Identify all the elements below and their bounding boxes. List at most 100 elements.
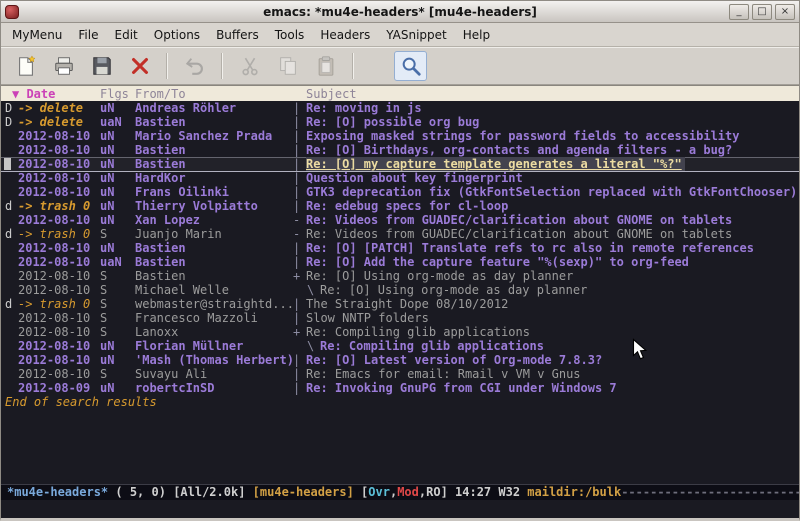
- row-subject: Re: [O] Using org-mode as day planner: [320, 283, 799, 297]
- row-date: 2012-08-10: [18, 353, 100, 367]
- row-subject: Question about key fingerprint: [306, 171, 799, 185]
- row-mark: [5, 129, 18, 143]
- mode-line-segment: [All/2.0k]: [173, 485, 252, 499]
- row-date: -> trash 0: [18, 227, 100, 241]
- search-button[interactable]: [394, 51, 427, 81]
- row-flags: uN: [100, 171, 135, 185]
- toolbar-separator: [166, 53, 168, 79]
- close-window-icon: ×: [781, 6, 789, 17]
- row-subject: Re: [O] [PATCH] Translate refs to rc als…: [306, 241, 799, 255]
- row-date: 2012-08-10: [18, 129, 100, 143]
- message-row[interactable]: 2012-08-10 S Bastien + Re: [O] Using org…: [1, 269, 799, 283]
- menu-item-headers[interactable]: Headers: [312, 24, 378, 46]
- row-from: Xan Lopez: [135, 213, 293, 227]
- row-subject: Re: Emacs for email: Rmail v VM v Gnus: [306, 367, 799, 381]
- row-from: Mario Sanchez Prada: [135, 129, 293, 143]
- message-row[interactable]: 2012-08-10 uN Florian Müllner \ Re: Comp…: [1, 339, 799, 353]
- mode-line-segment: 14:27 W32: [455, 485, 527, 499]
- row-mark: [5, 269, 18, 283]
- menu-item-tools[interactable]: Tools: [267, 24, 313, 46]
- row-from: Lanoxx: [135, 325, 293, 339]
- row-subject: Re: edebug specs for cl-loop: [306, 199, 799, 213]
- row-thread-sep: |: [293, 353, 306, 367]
- echo-area[interactable]: [1, 500, 799, 518]
- menu-item-buffers[interactable]: Buffers: [208, 24, 267, 46]
- column-header-subject[interactable]: Subject: [306, 86, 357, 101]
- headers-buffer: D -> delete uN Andreas Röhler | Re: movi…: [1, 101, 799, 484]
- minimize-button[interactable]: _: [729, 4, 749, 20]
- message-row[interactable]: 2012-08-10 uN 'Mash (Thomas Herbert) | R…: [1, 353, 799, 367]
- message-row[interactable]: 2012-08-10 S Lanoxx + Re: Compiling glib…: [1, 325, 799, 339]
- row-from: Bastien: [135, 269, 293, 283]
- message-row[interactable]: 2012-08-10 uN Xan Lopez - Re: Videos fro…: [1, 213, 799, 227]
- row-subject: Exposing masked strings for password fie…: [306, 129, 799, 143]
- message-row[interactable]: 2012-08-10 uN Bastien | Re: [O] Birthday…: [1, 143, 799, 157]
- row-date: 2012-08-09: [18, 381, 100, 395]
- menu-item-options[interactable]: Options: [146, 24, 208, 46]
- mode-line[interactable]: *mu4e-headers* ( 5, 0) [All/2.0k] [mu4e-…: [1, 484, 799, 500]
- message-row[interactable]: d -> trash 0 uN Thierry Volpiatto | Re: …: [1, 199, 799, 213]
- save-button[interactable]: [85, 51, 118, 81]
- paste-button[interactable]: [309, 51, 342, 81]
- row-flags: uN: [100, 353, 135, 367]
- row-subject: Re: moving in js: [306, 101, 799, 115]
- message-row[interactable]: 2012-08-10 S Michael Welle \ Re: [O] Usi…: [1, 283, 799, 297]
- menu-item-edit[interactable]: Edit: [107, 24, 146, 46]
- row-mark: [5, 283, 18, 297]
- menu-item-yasnippet[interactable]: YASnippet: [378, 24, 455, 46]
- row-mark: [5, 241, 18, 255]
- message-row[interactable]: 2012-08-10 uN Bastien | Re: [O] my captu…: [1, 157, 799, 171]
- close-icon: [129, 55, 151, 77]
- message-row[interactable]: 2012-08-10 uN Frans Oilinki | GTK3 depre…: [1, 185, 799, 199]
- row-flags: S: [100, 269, 135, 283]
- row-flags: S: [100, 227, 135, 241]
- menu-item-mymenu[interactable]: MyMenu: [4, 24, 70, 46]
- message-row[interactable]: 2012-08-10 S Francesco Mazzoli | Slow NN…: [1, 311, 799, 325]
- row-from: Bastien: [135, 157, 293, 171]
- cut-button[interactable]: [233, 51, 266, 81]
- row-mark: [5, 381, 18, 395]
- column-header-from[interactable]: From/To: [135, 86, 293, 101]
- message-row[interactable]: d -> trash 0 S webmaster@straightd... | …: [1, 297, 799, 311]
- mode-line-segment: *mu4e-headers*: [7, 485, 108, 499]
- message-row[interactable]: 2012-08-09 uN robertcInSD | Re: Invoking…: [1, 381, 799, 395]
- new-file-button[interactable]: [9, 51, 42, 81]
- title-bar[interactable]: emacs: *mu4e-headers* [mu4e-headers] _ □…: [1, 1, 799, 23]
- message-row[interactable]: 2012-08-10 S Suvayu Ali | Re: Emacs for …: [1, 367, 799, 381]
- menu-item-help[interactable]: Help: [455, 24, 498, 46]
- row-from: Michael Welle: [135, 283, 293, 297]
- copy-button[interactable]: [271, 51, 304, 81]
- message-row[interactable]: D -> delete uN Andreas Röhler | Re: movi…: [1, 101, 799, 115]
- row-thread-sep: |: [293, 129, 306, 143]
- close-button[interactable]: [123, 51, 156, 81]
- row-flags: S: [100, 325, 135, 339]
- row-flags: S: [100, 297, 135, 311]
- message-row[interactable]: 2012-08-10 uN Bastien | Re: [O] [PATCH] …: [1, 241, 799, 255]
- message-list: D -> delete uN Andreas Röhler | Re: movi…: [1, 101, 799, 395]
- message-row[interactable]: 2012-08-10 uN Mario Sanchez Prada | Expo…: [1, 129, 799, 143]
- message-row[interactable]: d -> trash 0 S Juanjo Marin - Re: Videos…: [1, 227, 799, 241]
- row-from: Florian Müllner: [135, 339, 293, 353]
- print-button[interactable]: [47, 51, 80, 81]
- maximize-button[interactable]: □: [752, 4, 772, 20]
- row-thread-sep: +: [293, 269, 306, 283]
- row-subject: Re: [O] Birthdays, org-contacts and agen…: [306, 143, 799, 157]
- message-row[interactable]: 2012-08-10 uN HardKor | Question about k…: [1, 171, 799, 185]
- row-date: 2012-08-10: [18, 241, 100, 255]
- row-date: 2012-08-10: [18, 367, 100, 381]
- row-mark: [5, 367, 18, 381]
- row-subject: Re: Videos from GUADEC/clarification abo…: [306, 227, 799, 241]
- row-flags: S: [100, 311, 135, 325]
- row-mark: d: [5, 297, 18, 311]
- undo-button[interactable]: [178, 51, 211, 81]
- row-date: -> trash 0: [18, 297, 100, 311]
- message-row[interactable]: 2012-08-10 uaN Bastien | Re: [O] Add the…: [1, 255, 799, 269]
- paste-icon: [315, 55, 337, 77]
- row-flags: uN: [100, 157, 135, 171]
- menu-item-file[interactable]: File: [70, 24, 106, 46]
- row-subject: Slow NNTP folders: [306, 311, 799, 325]
- column-header-date[interactable]: ▼ Date: [5, 86, 100, 101]
- column-header-flags[interactable]: Flgs: [100, 86, 135, 101]
- close-window-button[interactable]: ×: [775, 4, 795, 20]
- message-row[interactable]: D -> delete uaN Bastien | Re: [O] possib…: [1, 115, 799, 129]
